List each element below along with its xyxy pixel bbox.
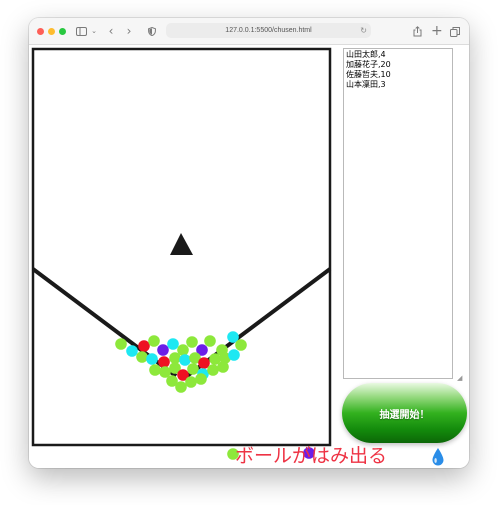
overflow-caption: ボールがはみ出る xyxy=(235,445,388,467)
ball-group xyxy=(115,331,315,460)
share-icon[interactable] xyxy=(412,22,422,40)
ball xyxy=(157,344,169,356)
ball xyxy=(195,373,207,385)
sidebar-icon[interactable] xyxy=(75,22,87,40)
page-content: 山田太郎,4 加藤花子,20 佐藤哲夫,10 山本凜田,3 ◢ 抽選開始！ xyxy=(29,45,469,468)
address-url: 127.0.0.1:5500/chusen.html xyxy=(225,27,312,34)
ball xyxy=(185,376,197,388)
tabs-overview-icon[interactable] xyxy=(450,22,460,40)
close-window-button[interactable] xyxy=(37,28,44,35)
ball xyxy=(187,363,199,375)
participants-textarea[interactable]: 山田太郎,4 加藤花子,20 佐藤哲夫,10 山本凜田,3 xyxy=(343,48,453,379)
reload-icon[interactable]: ↻ xyxy=(360,23,367,38)
browser-window: ⌄ ‹ › 127.0.0.1:5500/chusen.html ↻ + 山田太… xyxy=(29,18,469,468)
ball xyxy=(228,349,240,361)
spinner-triangle xyxy=(170,233,193,255)
ball xyxy=(167,338,179,350)
ball xyxy=(186,336,198,348)
ball xyxy=(136,351,148,363)
new-tab-icon[interactable]: + xyxy=(431,22,443,40)
ball xyxy=(235,339,247,351)
browser-toolbar: ⌄ ‹ › 127.0.0.1:5500/chusen.html ↻ + xyxy=(29,18,469,45)
zoom-window-button[interactable] xyxy=(59,28,66,35)
ball xyxy=(126,345,138,357)
forward-icon[interactable]: › xyxy=(124,22,134,40)
chevron-down-icon[interactable]: ⌄ xyxy=(90,22,98,40)
ball xyxy=(217,361,229,373)
water-drop-icon xyxy=(432,448,444,466)
ball xyxy=(148,335,160,347)
minimize-window-button[interactable] xyxy=(48,28,55,35)
ball xyxy=(179,354,191,366)
ball xyxy=(158,356,170,368)
ball xyxy=(175,381,187,393)
start-lottery-button[interactable]: 抽選開始！ xyxy=(342,383,467,443)
ball xyxy=(204,335,216,347)
address-bar[interactable]: 127.0.0.1:5500/chusen.html ↻ xyxy=(166,23,371,38)
ball xyxy=(169,352,181,364)
shield-icon[interactable] xyxy=(147,22,157,40)
ball xyxy=(207,364,219,376)
ball xyxy=(149,364,161,376)
ball xyxy=(146,353,158,365)
lottery-arena xyxy=(31,47,332,460)
resize-grip-icon[interactable]: ◢ xyxy=(457,375,462,382)
ball xyxy=(115,338,127,350)
ball xyxy=(138,340,150,352)
back-icon[interactable]: ‹ xyxy=(106,22,116,40)
